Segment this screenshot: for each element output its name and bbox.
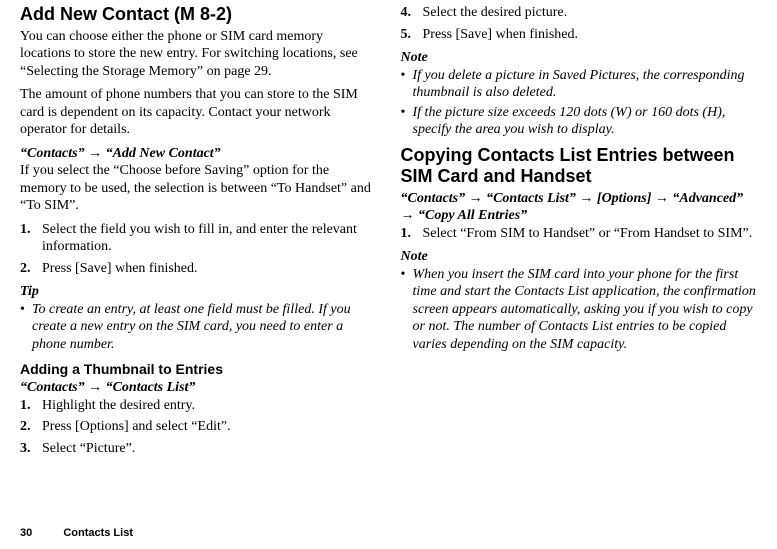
step-text: Select the desired picture.: [423, 5, 568, 20]
notes-copy: When you insert the SIM card into your p…: [401, 266, 758, 354]
step-text: Press [Save] when finished.: [42, 261, 198, 276]
heading-thumbnail: Adding a Thumbnail to Entries: [20, 361, 377, 377]
step-number: 2.: [20, 418, 31, 436]
heading-text: Add New Contact: [20, 4, 169, 24]
step-text: Select the field you wish to fill in, an…: [42, 222, 357, 255]
tip-label: Tip: [20, 283, 377, 301]
step-number: 4.: [401, 4, 412, 22]
note-item: When you insert the SIM card into your p…: [401, 266, 758, 354]
intro-paragraph-1: You can choose either the phone or SIM c…: [20, 28, 377, 81]
step-text: Press [Save] when finished.: [423, 27, 579, 42]
left-column: Add New Contact (M 8-2) You can choose e…: [20, 4, 377, 463]
menu-code: (M 8-2): [174, 4, 232, 24]
note-item: If the picture size exceeds 120 dots (W)…: [401, 104, 758, 139]
step-number: 2.: [20, 260, 31, 278]
footer-section: Contacts List: [63, 527, 133, 539]
notes-thumbnail: If you delete a picture in Saved Picture…: [401, 67, 758, 139]
steps-copy: 1. Select “From SIM to Handset” or “From …: [401, 225, 758, 243]
note-item: If you delete a picture in Saved Picture…: [401, 67, 758, 102]
intro-paragraph-2: The amount of phone numbers that you can…: [20, 86, 377, 139]
step-number: 1.: [20, 221, 31, 239]
right-column: 4. Select the desired picture. 5. Press [S…: [401, 4, 758, 463]
step-number: 1.: [401, 225, 412, 243]
step-item: 3. Select “Picture”.: [20, 440, 377, 458]
steps-thumbnail: 1. Highlight the desired entry. 2. Press […: [20, 397, 377, 458]
tip-list: To create an entry, at least one field m…: [20, 301, 377, 354]
heading-copy-contacts: Copying Contacts List Entries between SI…: [401, 145, 758, 188]
page-number: 30: [20, 527, 32, 539]
step-number: 1.: [20, 397, 31, 415]
heading-add-new-contact: Add New Contact (M 8-2): [20, 4, 377, 26]
steps-thumbnail-continued: 4. Select the desired picture. 5. Press [S…: [401, 4, 758, 43]
step-number: 5.: [401, 26, 412, 44]
tip-item: To create an entry, at least one field m…: [20, 301, 377, 354]
note-label-2: Note: [401, 248, 758, 266]
step-item: 1. Select “From SIM to Handset” or “From …: [401, 225, 758, 243]
step-item: 1. Select the field you wish to fill in, …: [20, 221, 377, 256]
page-footer: 30 Contacts List: [20, 527, 133, 539]
steps-add-contact: 1. Select the field you wish to fill in, …: [20, 221, 377, 278]
step-item: 2. Press [Options] and select “Edit”.: [20, 418, 377, 436]
step-text: Press [Options] and select “Edit”.: [42, 419, 231, 434]
nav-path-add-contact: “Contacts” → “Add New Contact”: [20, 145, 377, 163]
step-item: 1. Highlight the desired entry.: [20, 397, 377, 415]
nav-path-copy: “Contacts” → “Contacts List” → [Options]…: [401, 190, 758, 225]
step-item: 4. Select the desired picture.: [401, 4, 758, 22]
step-text: Select “Picture”.: [42, 441, 135, 456]
step-text: Highlight the desired entry.: [42, 398, 195, 413]
step-number: 3.: [20, 440, 31, 458]
nav-path-thumbnail: “Contacts” → “Contacts List”: [20, 379, 377, 397]
step-item: 2. Press [Save] when finished.: [20, 260, 377, 278]
choose-before-saving-text: If you select the “Choose before Saving”…: [20, 162, 377, 215]
step-text: Select “From SIM to Handset” or “From Ha…: [423, 226, 753, 241]
note-label: Note: [401, 49, 758, 67]
step-item: 5. Press [Save] when finished.: [401, 26, 758, 44]
